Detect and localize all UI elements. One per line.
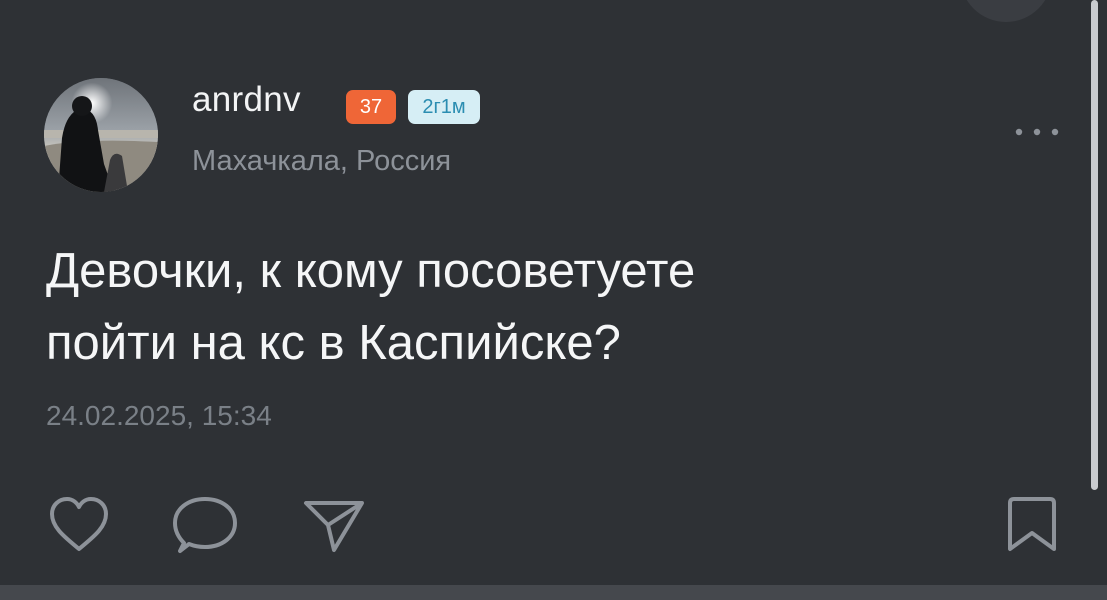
post-text: Девочки, к кому посоветуете пойти на кс … xyxy=(46,235,1026,379)
heart-icon xyxy=(50,497,108,551)
bookmark-icon xyxy=(1008,497,1056,551)
author-level-badge: 37 xyxy=(346,90,396,124)
like-button[interactable] xyxy=(46,495,112,555)
author-location: Махачкала, Россия xyxy=(192,145,452,177)
top-circular-button[interactable] xyxy=(960,0,1052,22)
bottom-divider xyxy=(0,585,1107,600)
comment-icon xyxy=(173,497,237,553)
scrollbar[interactable] xyxy=(1091,0,1098,490)
more-icon xyxy=(1015,128,1059,136)
post-text-line: Девочки, к кому посоветуете xyxy=(46,244,696,298)
share-button[interactable] xyxy=(300,495,366,555)
avatar-photo-icon xyxy=(44,78,158,192)
comment-button[interactable] xyxy=(172,495,238,555)
post-text-line: пойти на кс в Каспийске? xyxy=(46,316,621,370)
share-icon xyxy=(304,501,364,552)
avatar[interactable] xyxy=(44,78,158,192)
post-timestamp: 24.02.2025, 15:34 xyxy=(46,400,272,431)
author-age-badge: 2г1м xyxy=(408,90,480,124)
bookmark-button[interactable] xyxy=(1003,495,1061,555)
post-screen: anrdnv 37 2г1м Махачкала, Россия Девочки… xyxy=(0,0,1107,600)
more-options-button[interactable] xyxy=(1013,117,1061,147)
author-username[interactable]: anrdnv xyxy=(192,80,301,120)
